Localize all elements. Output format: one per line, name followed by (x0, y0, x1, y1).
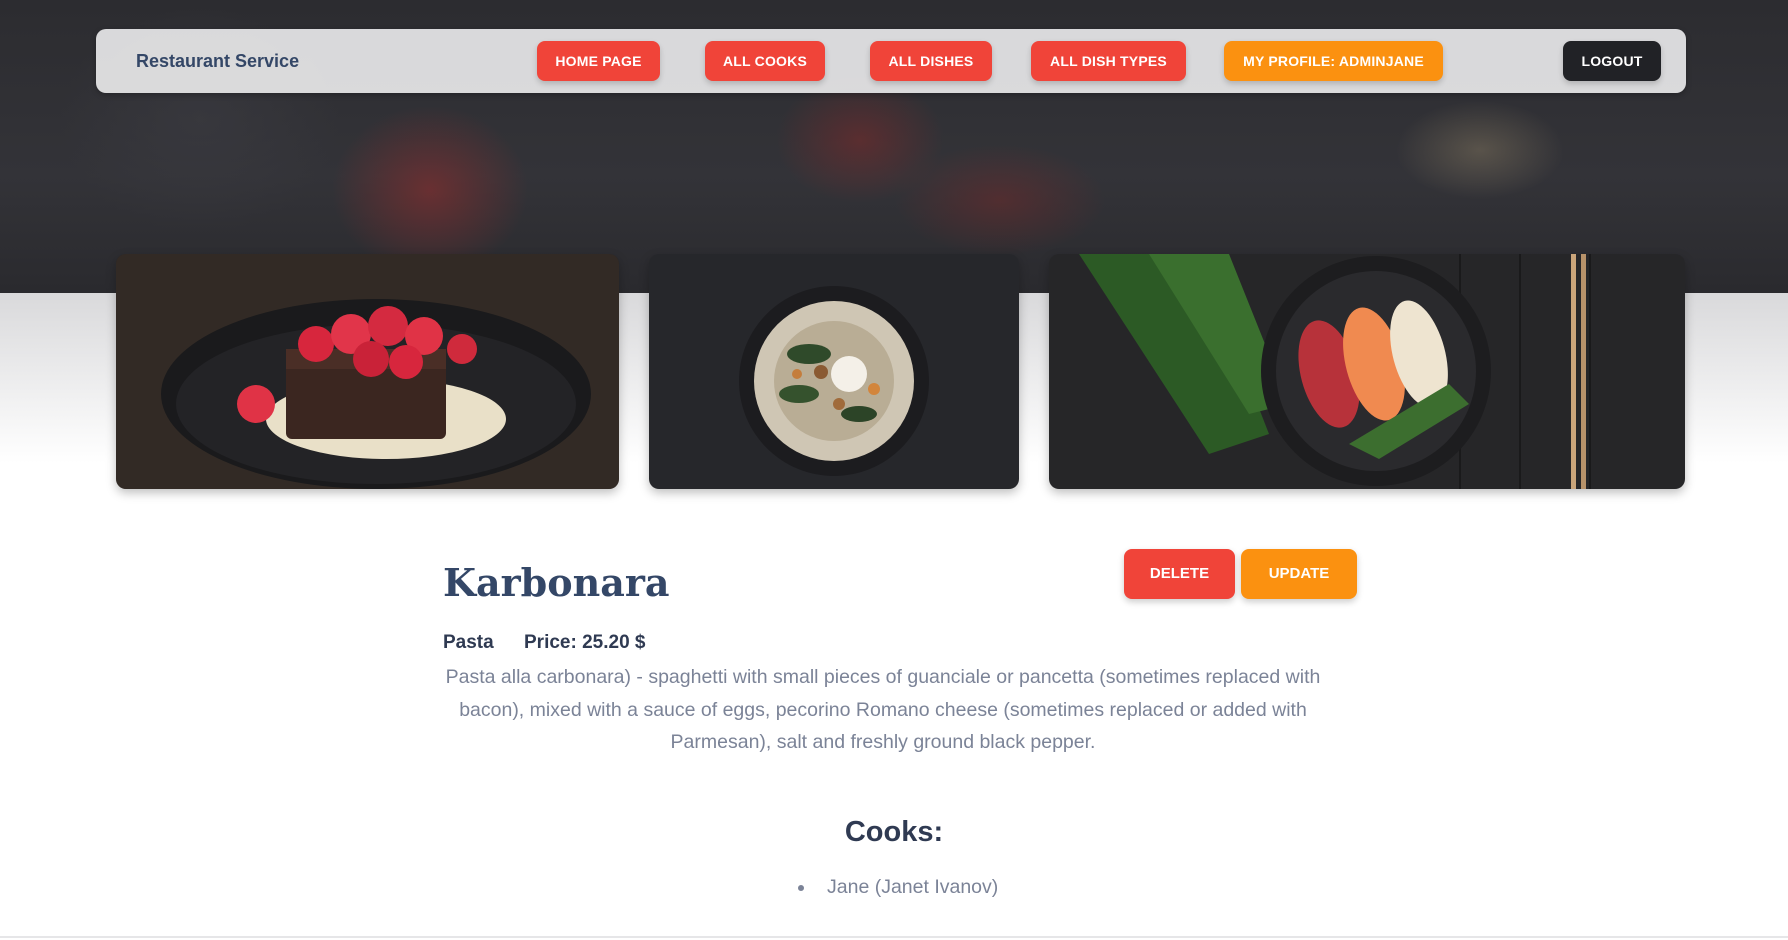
chocolate-cake-raspberries-image (116, 254, 619, 489)
navbar: Restaurant Service HOME PAGE ALL COOKS A… (96, 29, 1686, 93)
update-button[interactable]: UPDATE (1241, 549, 1357, 599)
dish-title: Karbonara (443, 560, 670, 605)
dish-type: Pasta (443, 632, 494, 653)
nav-home-page-button[interactable]: HOME PAGE (537, 41, 660, 81)
cook-name: Jane (Janet Ivanov) (827, 876, 999, 898)
cooks-list: Jane (Janet Ivanov) (798, 872, 998, 902)
nav-all-dish-types-button[interactable]: ALL DISH TYPES (1031, 41, 1186, 81)
dish-description: Pasta alla carbonara) - spaghetti with s… (445, 666, 1321, 753)
dish-price: Price: 25.20 $ (524, 632, 646, 653)
mushroom-soup-bowl-image (649, 254, 1019, 489)
brand-logo-text[interactable]: Restaurant Service (136, 29, 299, 93)
delete-button[interactable]: DELETE (1124, 549, 1235, 599)
sushi-plate-image (1049, 254, 1685, 489)
bullet-icon (798, 885, 804, 891)
nav-all-cooks-button[interactable]: ALL COOKS (705, 41, 825, 81)
cooks-heading: Cooks: (844, 816, 944, 848)
nav-all-dishes-button[interactable]: ALL DISHES (870, 41, 992, 81)
divider (0, 936, 1788, 938)
list-item: Jane (Janet Ivanov) (798, 872, 998, 902)
logout-button[interactable]: LOGOUT (1563, 41, 1661, 81)
nav-my-profile-button[interactable]: MY PROFILE: ADMINJANE (1224, 41, 1443, 81)
